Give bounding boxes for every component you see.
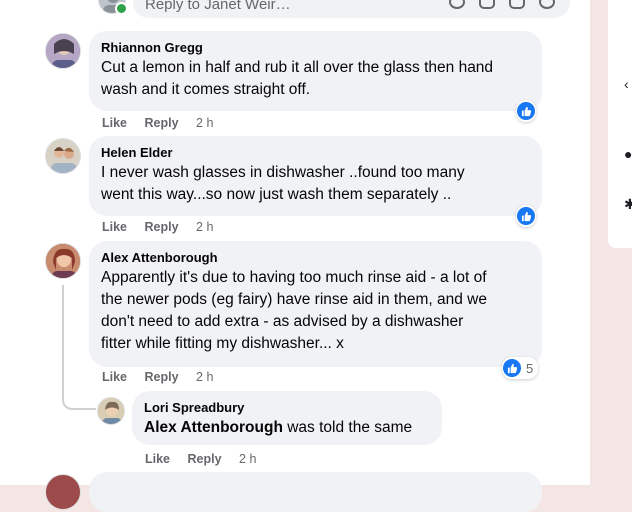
comment-bubble: [89, 472, 542, 512]
reply-link[interactable]: Reply: [188, 451, 222, 467]
comment-text: Apparently it's due to having too much r…: [101, 269, 487, 352]
comment-timestamp[interactable]: 2 h: [196, 369, 213, 385]
reaction-badge[interactable]: [516, 100, 536, 122]
reaction-badge[interactable]: [516, 205, 536, 227]
like-link[interactable]: Like: [145, 451, 170, 467]
reply-link[interactable]: Reply: [145, 219, 179, 235]
comment-bubble: Rhiannon Gregg Cut a lemon in half and r…: [89, 31, 542, 111]
avatar[interactable]: [97, 397, 125, 425]
reaction-count: 5: [526, 360, 534, 376]
comment-text: Cut a lemon in half and rub it all over …: [101, 59, 494, 98]
reply-input-placeholder: Reply to Janet Weir…: [145, 0, 291, 13]
reaction-badge[interactable]: 5: [502, 357, 539, 379]
like-link[interactable]: Like: [102, 115, 127, 131]
like-reaction-icon: [503, 359, 521, 377]
gif-icon[interactable]: [509, 0, 525, 9]
reply-actions: Like Reply 2 h: [145, 451, 256, 467]
online-status-dot: [115, 2, 128, 15]
avatar[interactable]: [45, 138, 81, 174]
reply-body: was told the same: [282, 419, 413, 436]
like-reaction-icon: [517, 102, 535, 120]
paw-icon[interactable]: ✱: [624, 196, 632, 213]
like-link[interactable]: Like: [102, 219, 127, 235]
comment-text: I never wash glasses in dishwasher ..fou…: [101, 164, 465, 203]
emoji-icon[interactable]: [449, 0, 465, 9]
camera-icon[interactable]: [479, 0, 495, 9]
comment-timestamp[interactable]: 2 h: [196, 219, 213, 235]
comment-author[interactable]: Rhiannon Gregg: [101, 39, 530, 56]
pin-icon[interactable]: ●: [624, 146, 632, 162]
comment-actions: Like Reply 2 h: [102, 219, 213, 235]
comment-actions: Like Reply 2 h: [102, 369, 213, 385]
like-link[interactable]: Like: [102, 369, 127, 385]
reply-timestamp[interactable]: 2 h: [239, 451, 256, 467]
reply-link[interactable]: Reply: [145, 369, 179, 385]
like-reaction-icon: [517, 207, 535, 225]
reply-input[interactable]: Reply to Janet Weir…: [133, 0, 570, 18]
right-sidebar-card: ‹ ● ✱: [608, 0, 632, 248]
mention-link[interactable]: Alex Attenborough: [144, 419, 283, 436]
comment-bubble: Helen Elder I never wash glasses in dish…: [89, 136, 542, 216]
reply-author[interactable]: Lori Spreadbury: [144, 399, 430, 416]
comments-panel: Reply to Janet Weir… Rhiannon Gregg Cut …: [0, 0, 590, 512]
comment-bubble: Alex Attenborough Apparently it's due to…: [89, 241, 542, 367]
reply-link[interactable]: Reply: [145, 115, 179, 131]
chevron-left-icon[interactable]: ‹: [624, 76, 629, 92]
comment-timestamp[interactable]: 2 h: [196, 115, 213, 131]
avatar[interactable]: [45, 243, 81, 279]
comment-actions: Like Reply 2 h: [102, 115, 213, 131]
reply-bubble: Lori Spreadbury Alex Attenborough was to…: [132, 391, 442, 445]
sticker-icon[interactable]: [539, 0, 555, 9]
avatar[interactable]: [45, 33, 81, 69]
avatar[interactable]: [45, 474, 81, 510]
comment-author[interactable]: Alex Attenborough: [101, 249, 530, 266]
reply-text: Alex Attenborough was told the same: [144, 417, 430, 439]
comment-author[interactable]: Helen Elder: [101, 144, 530, 161]
